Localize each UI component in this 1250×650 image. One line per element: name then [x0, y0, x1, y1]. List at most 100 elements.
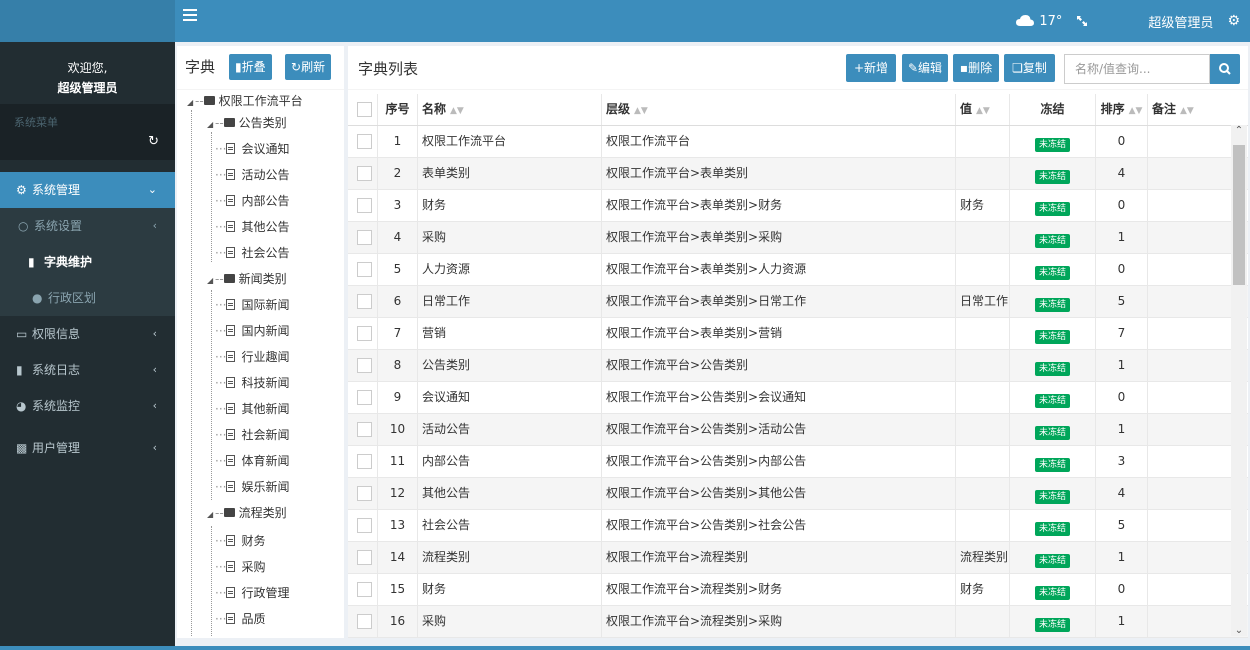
tree-node-group[interactable]: ◢ -- 公告类别: [207, 112, 287, 134]
fullscreen-icon[interactable]: [1076, 15, 1088, 27]
tree-line: [211, 290, 212, 500]
row-checkbox[interactable]: [348, 510, 378, 541]
status-badge: 未冻结: [1034, 170, 1070, 184]
collapse-button[interactable]: ▮折叠: [229, 54, 272, 80]
cell-no: 7: [378, 318, 418, 349]
status-badge: 未冻结: [1034, 266, 1070, 280]
tree-node-leaf[interactable]: ··· 行政管理: [215, 582, 289, 604]
table-row[interactable]: 11 内部公告 权限工作流平台>公告类别>内部公告 未冻结 3: [348, 446, 1248, 478]
status-badge: 未冻结: [1034, 330, 1070, 344]
settings-gear-icon[interactable]: ⚙: [1227, 13, 1240, 29]
table-row[interactable]: 1 权限工作流平台 权限工作流平台 未冻结 0: [348, 126, 1248, 158]
table-row[interactable]: 7 营销 权限工作流平台>表单类别>营销 未冻结 7: [348, 318, 1248, 350]
row-checkbox[interactable]: [348, 222, 378, 253]
row-checkbox[interactable]: [348, 446, 378, 477]
tree-node-leaf[interactable]: ··· 品质: [215, 608, 265, 630]
row-checkbox[interactable]: [348, 574, 378, 605]
table-row[interactable]: 6 日常工作 权限工作流平台>表单类别>日常工作 日常工作 未冻结 5: [348, 286, 1248, 318]
weather-widget[interactable]: 17°: [1016, 14, 1062, 29]
sidebar-item-dictionary[interactable]: ▮ 字典维护: [0, 244, 175, 280]
table-scrollbar[interactable]: ⌃ ⌄: [1231, 125, 1247, 636]
tree-node-leaf[interactable]: ··· 国际新闻: [215, 294, 289, 316]
edit-button[interactable]: ✎编辑: [902, 54, 948, 82]
row-checkbox[interactable]: [348, 478, 378, 509]
row-checkbox[interactable]: [348, 158, 378, 189]
copy-button[interactable]: ❏复制: [1004, 54, 1055, 82]
cell-order: 0: [1096, 382, 1148, 413]
sidebar-item-system-log[interactable]: ▮ 系统日志 ‹: [0, 352, 175, 388]
table-row[interactable]: 5 人力资源 权限工作流平台>表单类别>人力资源 未冻结 0: [348, 254, 1248, 286]
col-header-order[interactable]: 排序 ▲▼: [1096, 94, 1148, 125]
delete-button[interactable]: ▪删除: [953, 54, 999, 82]
table-row[interactable]: 10 活动公告 权限工作流平台>公告类别>活动公告 未冻结 1: [348, 414, 1248, 446]
col-header-remark[interactable]: 备注 ▲▼: [1148, 94, 1234, 125]
row-checkbox[interactable]: [348, 414, 378, 445]
tree-node-leaf[interactable]: ··· 科技新闻: [215, 372, 289, 394]
scroll-down-icon[interactable]: ⌄: [1231, 625, 1247, 636]
search-button[interactable]: [1210, 54, 1240, 84]
tree-node-leaf[interactable]: ··· 行业趣闻: [215, 346, 289, 368]
tree-node-leaf[interactable]: ··· 社会新闻: [215, 424, 289, 446]
document-icon: [226, 221, 236, 232]
tree-node-group[interactable]: ◢ -- 流程类别: [207, 502, 287, 524]
row-checkbox[interactable]: [348, 318, 378, 349]
table-row[interactable]: 4 采购 权限工作流平台>表单类别>采购 未冻结 1: [348, 222, 1248, 254]
row-checkbox[interactable]: [348, 254, 378, 285]
sidebar-item-system-monitor[interactable]: ◕ 系统监控 ‹: [0, 388, 175, 424]
table-row[interactable]: 13 社会公告 权限工作流平台>公告类别>社会公告 未冻结 5: [348, 510, 1248, 542]
sidebar-item-permissions[interactable]: ▭ 权限信息 ‹: [0, 316, 175, 352]
tree-node-root[interactable]: ◢ -- 权限工作流平台: [187, 90, 303, 112]
cell-path: 权限工作流平台>公告类别: [602, 350, 956, 381]
tree-node-leaf[interactable]: ··· 社会公告: [215, 242, 289, 264]
select-all-checkbox[interactable]: [348, 94, 378, 125]
row-checkbox[interactable]: [348, 350, 378, 381]
sidebar-item-system-settings[interactable]: ○ 系统设置 ‹: [0, 208, 175, 244]
table-row[interactable]: 12 其他公告 权限工作流平台>公告类别>其他公告 未冻结 4: [348, 478, 1248, 510]
refresh-button[interactable]: ↻刷新: [285, 54, 332, 80]
table-row[interactable]: 15 财务 权限工作流平台>流程类别>财务 财务 未冻结 0: [348, 574, 1248, 606]
col-header-name[interactable]: 名称 ▲▼: [418, 94, 602, 125]
cell-name: 财务: [418, 574, 602, 605]
cell-frozen: 未冻结: [1010, 318, 1096, 349]
row-checkbox[interactable]: [348, 606, 378, 637]
tree-node-leaf[interactable]: ··· 娱乐新闻: [215, 476, 289, 498]
scroll-up-icon[interactable]: ⌃: [1231, 125, 1247, 136]
tree-node-group[interactable]: ◢ -- 新闻类别: [207, 268, 287, 290]
tree-node-leaf[interactable]: ··· 会议通知: [215, 138, 289, 160]
tree-node-leaf[interactable]: ··· 其他公告: [215, 216, 289, 238]
refresh-icon[interactable]: ↻: [148, 134, 159, 149]
table-row[interactable]: 3 财务 权限工作流平台>表单类别>财务 财务 未冻结 0: [348, 190, 1248, 222]
table-row[interactable]: 9 会议通知 权限工作流平台>公告类别>会议通知 未冻结 0: [348, 382, 1248, 414]
table-row[interactable]: 2 表单类别 权限工作流平台>表单类别 未冻结 4: [348, 158, 1248, 190]
cell-value: [956, 414, 1010, 445]
row-checkbox[interactable]: [348, 126, 378, 157]
tree-node-leaf[interactable]: ··· 体育新闻: [215, 450, 289, 472]
cell-path: 权限工作流平台>表单类别>日常工作: [602, 286, 956, 317]
tree-node-leaf[interactable]: ··· 内部公告: [215, 190, 289, 212]
user-menu[interactable]: 超级管理员: [1148, 12, 1213, 31]
menu-label: 系统菜单: [14, 116, 58, 129]
table-row[interactable]: 14 流程类别 权限工作流平台>流程类别 流程类别 未冻结 1: [348, 542, 1248, 574]
col-header-path[interactable]: 层级 ▲▼: [602, 94, 956, 125]
row-checkbox[interactable]: [348, 542, 378, 573]
row-checkbox[interactable]: [348, 190, 378, 221]
row-checkbox[interactable]: [348, 382, 378, 413]
sidebar-toggle-icon[interactable]: [183, 9, 197, 23]
tree-node-leaf[interactable]: ··· 财务: [215, 530, 265, 552]
tree-node-leaf[interactable]: ··· 其他新闻: [215, 398, 289, 420]
expand-icon: ◢: [207, 510, 214, 519]
sidebar-item-system-management[interactable]: ⚙ 系统管理 ⌄: [0, 172, 175, 208]
cell-name: 内部公告: [418, 446, 602, 477]
search-input[interactable]: [1064, 54, 1210, 84]
tree-node-leaf[interactable]: ··· 国内新闻: [215, 320, 289, 342]
col-header-value[interactable]: 值 ▲▼: [956, 94, 1010, 125]
table-row[interactable]: 8 公告类别 权限工作流平台>公告类别 未冻结 1: [348, 350, 1248, 382]
sidebar-item-user-management[interactable]: ▩ 用户管理 ‹: [0, 430, 175, 466]
row-checkbox[interactable]: [348, 286, 378, 317]
tree-node-leaf[interactable]: ··· 活动公告: [215, 164, 289, 186]
tree-node-leaf[interactable]: ··· 采购: [215, 556, 265, 578]
table-row[interactable]: 16 采购 权限工作流平台>流程类别>采购 未冻结 1: [348, 606, 1248, 638]
add-button[interactable]: +新增: [846, 54, 896, 82]
sidebar-item-region[interactable]: ● 行政区划: [0, 280, 175, 316]
scrollbar-thumb[interactable]: [1233, 145, 1245, 285]
